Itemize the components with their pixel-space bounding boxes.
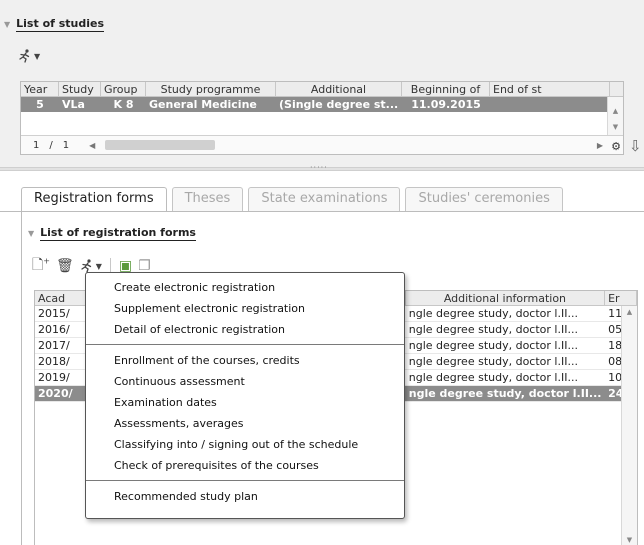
scroll-up-icon[interactable]: ▲ xyxy=(608,107,623,115)
pager-separator: / xyxy=(49,139,53,151)
table-cell: VLa xyxy=(62,98,85,111)
tab-theses[interactable]: Theses xyxy=(171,187,244,211)
menu-item-classifying-schedule[interactable]: Classifying into / signing out of the sc… xyxy=(86,434,404,455)
table-cell: ngle degree study, doctor l.II... xyxy=(408,323,578,336)
table-cell: 5 xyxy=(36,98,44,111)
table-cell: ngle degree study, doctor l.II... xyxy=(408,355,578,368)
scroll-up-icon[interactable]: ▲ xyxy=(622,308,637,316)
splitter-grip-icon[interactable]: ····· xyxy=(310,163,328,172)
studies-section-title: List of studies xyxy=(16,17,105,32)
table-row[interactable]: 5 VLa K 8 General Medicine (Single degre… xyxy=(21,97,623,112)
tab-studies-ceremonies[interactable]: Studies' ceremonies xyxy=(405,187,563,211)
registration-vertical-scrollbar[interactable]: ▲ ▼ xyxy=(621,306,637,545)
menu-item-assessments-averages[interactable]: Assessments, averages xyxy=(86,413,404,434)
actions-context-menu: Create electronic registration Supplemen… xyxy=(85,272,405,519)
tab-divider xyxy=(0,211,644,212)
registration-section-header[interactable]: ▼ List of registration forms xyxy=(28,226,196,241)
studies-table: Year Study Group Study programme Additio… xyxy=(20,81,624,155)
column-header[interactable]: Group xyxy=(101,82,146,96)
table-cell: 2017/ xyxy=(38,339,70,352)
studies-section-header[interactable]: ▼ List of studies xyxy=(4,17,105,32)
table-cell: 2020/ xyxy=(38,387,73,400)
table-cell: 2018/ xyxy=(38,355,70,368)
gear-icon[interactable]: ⚙ xyxy=(611,140,621,153)
menu-item-detail-of-electronic-registration[interactable]: Detail of electronic registration xyxy=(86,319,404,340)
tab-bar: Registration forms Theses State examinat… xyxy=(21,187,563,211)
table-cell: 2015/ xyxy=(38,307,70,320)
menu-item-create-electronic-registration[interactable]: Create electronic registration xyxy=(86,277,404,298)
collapse-triangle-icon[interactable]: ▼ xyxy=(4,20,10,29)
registration-actions-button[interactable]: ▼ xyxy=(80,259,102,273)
table-cell: K 8 xyxy=(113,98,134,111)
menu-item-examination-dates[interactable]: Examination dates xyxy=(86,392,404,413)
column-header[interactable]: Study programme xyxy=(146,82,276,96)
column-header[interactable]: Acad xyxy=(35,291,87,305)
table-cell: ngle degree study, doctor l.II... xyxy=(408,339,578,352)
column-header[interactable]: Study xyxy=(59,82,101,96)
studies-pager: 1 / 1 ◀ ▶ ⚙ xyxy=(21,135,623,154)
scroll-down-icon[interactable]: ▼ xyxy=(622,536,637,544)
table-cell xyxy=(490,97,610,112)
dropdown-arrow-icon: ▼ xyxy=(34,51,41,61)
tab-state-examinations[interactable]: State examinations xyxy=(248,187,401,211)
column-header[interactable]: Er xyxy=(605,291,637,305)
table-cell: General Medicine xyxy=(149,98,257,111)
studies-actions-button[interactable]: ▼ xyxy=(18,49,40,63)
tab-registration-forms[interactable]: Registration forms xyxy=(21,187,167,211)
add-document-icon[interactable]: 🗋+ xyxy=(32,254,50,278)
table-cell: ngle degree study, doctor l.II... xyxy=(408,387,602,400)
table-cell: (Single degree st... xyxy=(279,98,399,111)
trash-icon[interactable]: 🗑 xyxy=(56,258,74,274)
table-cell: 11.09.2015 xyxy=(411,98,481,111)
column-header[interactable]: Additional xyxy=(276,82,402,96)
horizontal-scroll-thumb[interactable] xyxy=(105,140,216,150)
studies-vertical-scrollbar[interactable]: ▲ ▼ xyxy=(607,97,623,137)
menu-item-continuous-assessment[interactable]: Continuous assessment xyxy=(86,371,404,392)
pager-current[interactable]: 1 xyxy=(33,140,39,151)
menu-item-supplement-electronic-registration[interactable]: Supplement electronic registration xyxy=(86,298,404,319)
column-header[interactable]: Beginning of xyxy=(402,82,490,96)
registration-section-title: List of registration forms xyxy=(40,226,196,241)
menu-separator xyxy=(86,344,404,345)
running-man-icon xyxy=(19,49,30,63)
column-header[interactable]: End of st xyxy=(490,82,610,96)
download-icon[interactable]: ⇩ xyxy=(629,137,642,155)
collapse-triangle-icon[interactable]: ▼ xyxy=(28,229,34,238)
table-cell: 2019/ xyxy=(38,371,70,384)
table-cell: ngle degree study, doctor l.II... xyxy=(408,371,578,384)
pager-total: 1 xyxy=(62,139,70,151)
running-man-icon xyxy=(81,259,91,273)
table-cell: 2016/ xyxy=(38,323,70,336)
dropdown-arrow-icon: ▼ xyxy=(95,261,102,271)
menu-separator xyxy=(86,480,404,481)
menu-item-check-prerequisites[interactable]: Check of prerequisites of the courses xyxy=(86,455,404,476)
column-header[interactable]: Additional information xyxy=(406,291,606,305)
scroll-left-icon[interactable]: ◀ xyxy=(89,141,95,150)
column-header[interactable]: Year xyxy=(21,82,59,96)
table-cell: ngle degree study, doctor l.II... xyxy=(408,307,578,320)
studies-table-header: Year Study Group Study programme Additio… xyxy=(21,82,623,97)
scroll-right-icon[interactable]: ▶ xyxy=(597,141,603,150)
menu-item-recommended-study-plan[interactable]: Recommended study plan xyxy=(86,486,404,507)
menu-item-enrollment-of-courses[interactable]: Enrollment of the courses, credits xyxy=(86,350,404,371)
scroll-down-icon[interactable]: ▼ xyxy=(608,123,623,131)
